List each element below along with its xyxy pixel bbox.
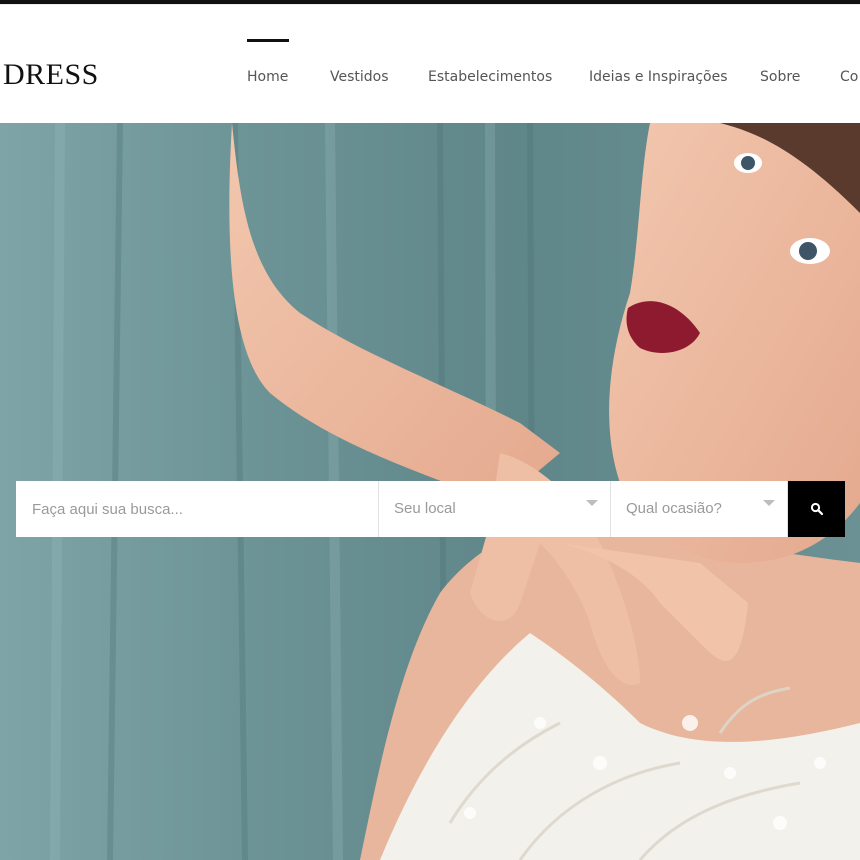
chevron-down-icon [763, 500, 775, 506]
main-nav: Home Vestidos Estabelecimentos Ideias e … [0, 39, 860, 87]
search-input[interactable] [16, 481, 378, 537]
occasion-select-label: Qual ocasião? [626, 500, 722, 517]
search-icon [810, 502, 823, 516]
search-button[interactable] [788, 481, 845, 537]
location-select[interactable]: Seu local [379, 481, 611, 537]
search-field-wrapper [16, 481, 379, 537]
chevron-down-icon [586, 500, 598, 506]
search-bar: Seu local Qual ocasião? [16, 481, 845, 537]
location-select-label: Seu local [394, 500, 456, 517]
nav-item-ideias[interactable]: Ideias e Inspirações [589, 67, 727, 87]
nav-item-sobre[interactable]: Sobre [760, 67, 800, 87]
nav-item-estabelecimentos[interactable]: Estabelecimentos [428, 67, 552, 87]
occasion-select[interactable]: Qual ocasião? [611, 481, 788, 537]
nav-item-contato[interactable]: Co [840, 67, 858, 87]
nav-item-home[interactable]: Home [247, 39, 290, 87]
nav-item-vestidos[interactable]: Vestidos [330, 67, 389, 87]
site-header: DRESS Home Vestidos Estabelecimentos Ide… [0, 4, 860, 123]
